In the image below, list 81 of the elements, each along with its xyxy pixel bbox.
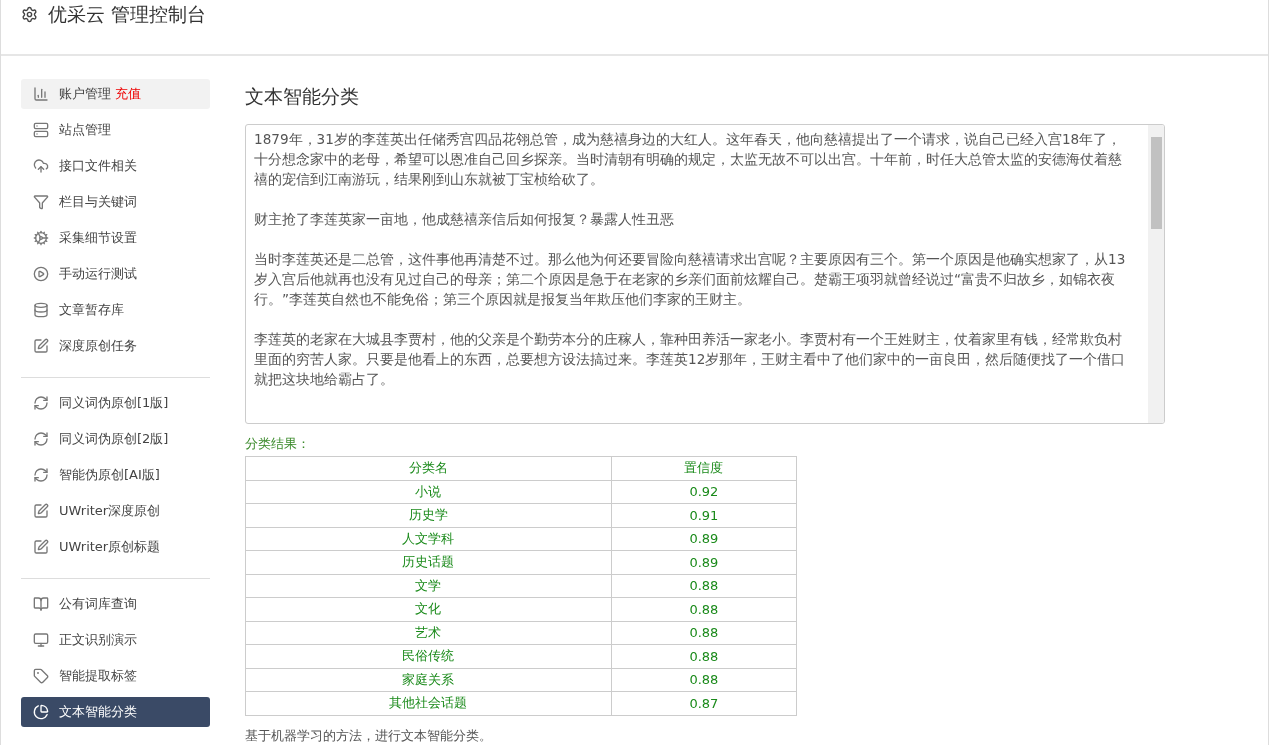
sidebar-label: UWriter原创标题 [59,538,161,556]
sidebar-item[interactable]: 采集细节设置 [21,223,210,253]
table-cell: 0.88 [611,644,797,668]
table-cell: 0.92 [611,480,797,504]
table-cell: 小说 [245,480,612,504]
sidebar-item[interactable]: 栏目与关键词 [21,187,210,217]
sidebar-label: 智能伪原创[AI版] [59,466,160,484]
table-cell: 0.88 [611,668,797,692]
settings-icon [21,6,38,23]
sidebar-item[interactable]: 深度原创任务 [21,331,210,361]
server-icon [33,122,49,138]
sidebar-label: 站点管理 [59,121,111,139]
bar-chart-icon [33,86,49,102]
table-cell: 0.88 [611,621,797,645]
sidebar-label: 智能提取标签 [59,667,137,685]
table-cell: 人文学科 [245,527,612,551]
sidebar-label: 接口文件相关 [59,157,137,175]
table-cell: 0.89 [611,550,797,574]
edit-icon [33,338,49,354]
sidebar-label: 手动运行测试 [59,265,137,283]
sidebar-item[interactable]: 同义词伪原创[1版] [21,388,210,418]
book-icon [33,596,49,612]
column-header: 分类名 [245,456,612,480]
page-title: 文本智能分类 [245,84,360,109]
table-cell: 历史话题 [245,550,612,574]
text-input-field[interactable]: 1879年，31岁的李莲英出任储秀宫四品花翎总管，成为慈禧身边的大红人。这年春天，他向慈禧提出了一个请求，说自己已经入宫18年了，十分想念家中的老母，希望可以恩准自己回乡探亲。当时清朝有明确的规定，太监无故不可以出宫。十年前，时任大总管太监的安德海仗着慈禧的宠信到江南游玩，结果刚到山东就被丁宝桢给砍了。 财主抢了李莲英家一亩地，他成慈禧亲信后如何报复？暴露人性丑恶 当时李莲英还是二总管，这件事他再清楚不过。那么他为何还要冒险向慈禧请求出宫呢？主要原因有三个。第一个原因是他确实想家了，从13岁入宫后他就再也没有见过自己的母亲；第二个原因是急于在老家的乡亲们面前炫耀自己。楚霸王项羽就曾经说过“富贵不归故乡，如锦衣夜行。”李莲英自然也不能免俗；第三个原因就是报复当年欺压他们李家的王财主。 李莲英的老家在大城县李贾村，他的父亲是个勤劳本分的庄稼人，靠种田养活一家老小。李贾村有一个王姓财主，仗着家里有钱，经常欺负村里面的穷苦人家。只要是他看上的东西，总要想方设法搞过来。李莲英12岁那年，王财主看中了他们家中的一亩良田，然后随便找了一个借口就把这块地给霸占了。 [245,124,1165,424]
sidebar-label: 正文识别演示 [59,631,137,649]
sidebar-item[interactable]: 账户管理 充值 [21,79,210,109]
sidebar-item[interactable]: 智能提取标签 [21,661,210,691]
sidebar-item[interactable]: 手动运行测试 [21,259,210,289]
refresh-icon [33,431,49,447]
tag-icon [33,668,49,684]
database-icon [33,302,49,318]
recharge-link[interactable]: 充值 [115,85,141,103]
refresh-icon [33,395,49,411]
sidebar-label: UWriter深度原创 [59,502,161,520]
sidebar-item[interactable]: 文本智能分类 [21,697,210,727]
gear-icon [33,230,49,246]
monitor-icon [33,632,49,648]
sidebar-label: 深度原创任务 [59,337,137,355]
scrollbar[interactable] [1148,125,1164,423]
pie-chart-icon [33,704,49,720]
sidebar-label: 同义词伪原创[2版] [59,430,169,448]
table-cell: 0.88 [611,574,797,598]
sidebar-label: 采集细节设置 [59,229,137,247]
sidebar-item[interactable]: UWriter深度原创 [21,496,210,526]
table-cell: 历史学 [245,503,612,527]
table-cell: 文化 [245,597,612,621]
sidebar-label: 文本智能分类 [59,703,137,721]
sidebar-item[interactable]: UWriter原创标题 [21,532,210,562]
sidebar-label: 账户管理 [59,85,111,103]
sidebar-item[interactable]: 公有词库查询 [21,589,210,619]
table-cell: 家庭关系 [245,668,612,692]
table-cell: 民俗传统 [245,644,612,668]
sidebar-item[interactable]: 站点管理 [21,115,210,145]
table-cell: 0.91 [611,503,797,527]
sidebar-label: 栏目与关键词 [59,193,137,211]
sidebar-item[interactable]: 智能伪原创[AI版] [21,460,210,490]
table-cell: 其他社会话题 [245,691,612,715]
edit-icon [33,503,49,519]
cloud-upload-icon [33,158,49,174]
table-cell: 艺术 [245,621,612,645]
refresh-icon [33,467,49,483]
edit-icon [33,539,49,555]
column-header: 置信度 [611,456,797,480]
table-cell: 文学 [245,574,612,598]
sidebar-label: 同义词伪原创[1版] [59,394,169,412]
sidebar-label: 公有词库查询 [59,595,137,613]
sidebar-item[interactable]: 正文识别演示 [21,625,210,655]
play-icon [33,266,49,282]
table-cell: 0.88 [611,597,797,621]
table-cell: 0.87 [611,691,797,715]
sidebar-label: 文章暂存库 [59,301,124,319]
table-cell: 0.89 [611,527,797,551]
sidebar-item[interactable]: 文章暂存库 [21,295,210,325]
description-text: 基于机器学习的方法，进行文本智能分类。 [245,727,493,745]
sidebar-item[interactable]: 接口文件相关 [21,151,210,181]
filter-icon [33,194,49,210]
console-title: 优采云 管理控制台 [48,2,207,26]
sidebar-item[interactable]: 同义词伪原创[2版] [21,424,210,454]
result-label: 分类结果： [245,436,311,453]
